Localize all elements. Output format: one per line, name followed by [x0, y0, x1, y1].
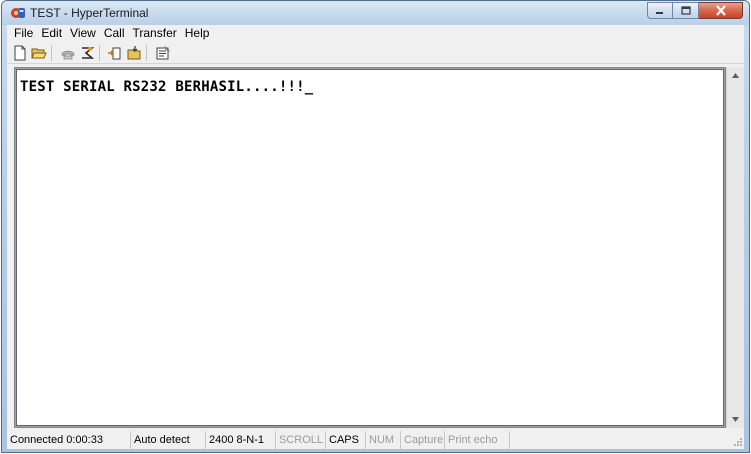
- menu-edit[interactable]: Edit: [37, 25, 66, 42]
- window-title: TEST - HyperTerminal: [30, 6, 149, 20]
- menu-view[interactable]: View: [66, 25, 100, 42]
- status-num: NUM: [366, 431, 401, 449]
- receive-icon[interactable]: [126, 45, 142, 61]
- close-icon: [715, 5, 726, 16]
- toolbar: [7, 42, 744, 64]
- properties-icon[interactable]: [155, 45, 171, 61]
- terminal-area: TEST SERIAL RS232 BERHASIL....!!!_: [7, 64, 744, 431]
- status-connection: Connected 0:00:33: [7, 431, 131, 449]
- resize-grip[interactable]: [510, 431, 744, 449]
- disconnect-phone-icon[interactable]: [60, 45, 76, 61]
- status-detect: Auto detect: [131, 431, 206, 449]
- window-controls: [647, 2, 743, 20]
- scroll-down-arrow[interactable]: [727, 411, 744, 428]
- chevron-up-icon: [732, 73, 739, 78]
- close-button[interactable]: [699, 2, 743, 19]
- maximize-icon: [680, 5, 691, 15]
- minimize-icon: [656, 11, 663, 14]
- terminal-output: TEST SERIAL RS232 BERHASIL....!!!_: [20, 79, 314, 95]
- status-port-settings: 2400 8-N-1: [206, 431, 276, 449]
- menu-bar: File Edit View Call Transfer Help: [7, 25, 744, 42]
- chevron-down-icon: [732, 417, 739, 422]
- menu-help[interactable]: Help: [181, 25, 214, 42]
- send-icon[interactable]: [107, 45, 123, 61]
- vertical-scrollbar[interactable]: [726, 67, 744, 428]
- grip-icon: [734, 438, 742, 446]
- menu-transfer[interactable]: Transfer: [129, 25, 181, 42]
- menu-file[interactable]: File: [10, 25, 37, 42]
- hyperterminal-icon[interactable]: [10, 5, 26, 21]
- call-phone-icon[interactable]: [79, 45, 95, 61]
- app-window: TEST - HyperTerminal File Edit View Call…: [1, 0, 750, 453]
- status-scroll: SCROLL: [276, 431, 326, 449]
- maximize-button[interactable]: [673, 2, 699, 19]
- menu-call[interactable]: Call: [100, 25, 129, 42]
- minimize-button[interactable]: [647, 2, 673, 19]
- toolbar-separator: [99, 45, 100, 61]
- status-print-echo: Print echo: [445, 431, 510, 449]
- status-capture: Capture: [401, 431, 445, 449]
- title-bar[interactable]: TEST - HyperTerminal: [2, 1, 749, 25]
- scroll-up-arrow[interactable]: [727, 67, 744, 84]
- status-bar: Connected 0:00:33 Auto detect 2400 8-N-1…: [7, 431, 744, 449]
- terminal-screen[interactable]: TEST SERIAL RS232 BERHASIL....!!!_: [16, 69, 724, 426]
- terminal-frame: TEST SERIAL RS232 BERHASIL....!!!_: [14, 67, 726, 428]
- toolbar-separator: [146, 45, 147, 61]
- new-file-icon[interactable]: [12, 45, 28, 61]
- open-folder-icon[interactable]: [31, 45, 47, 61]
- status-caps: CAPS: [326, 431, 366, 449]
- toolbar-separator: [51, 45, 52, 61]
